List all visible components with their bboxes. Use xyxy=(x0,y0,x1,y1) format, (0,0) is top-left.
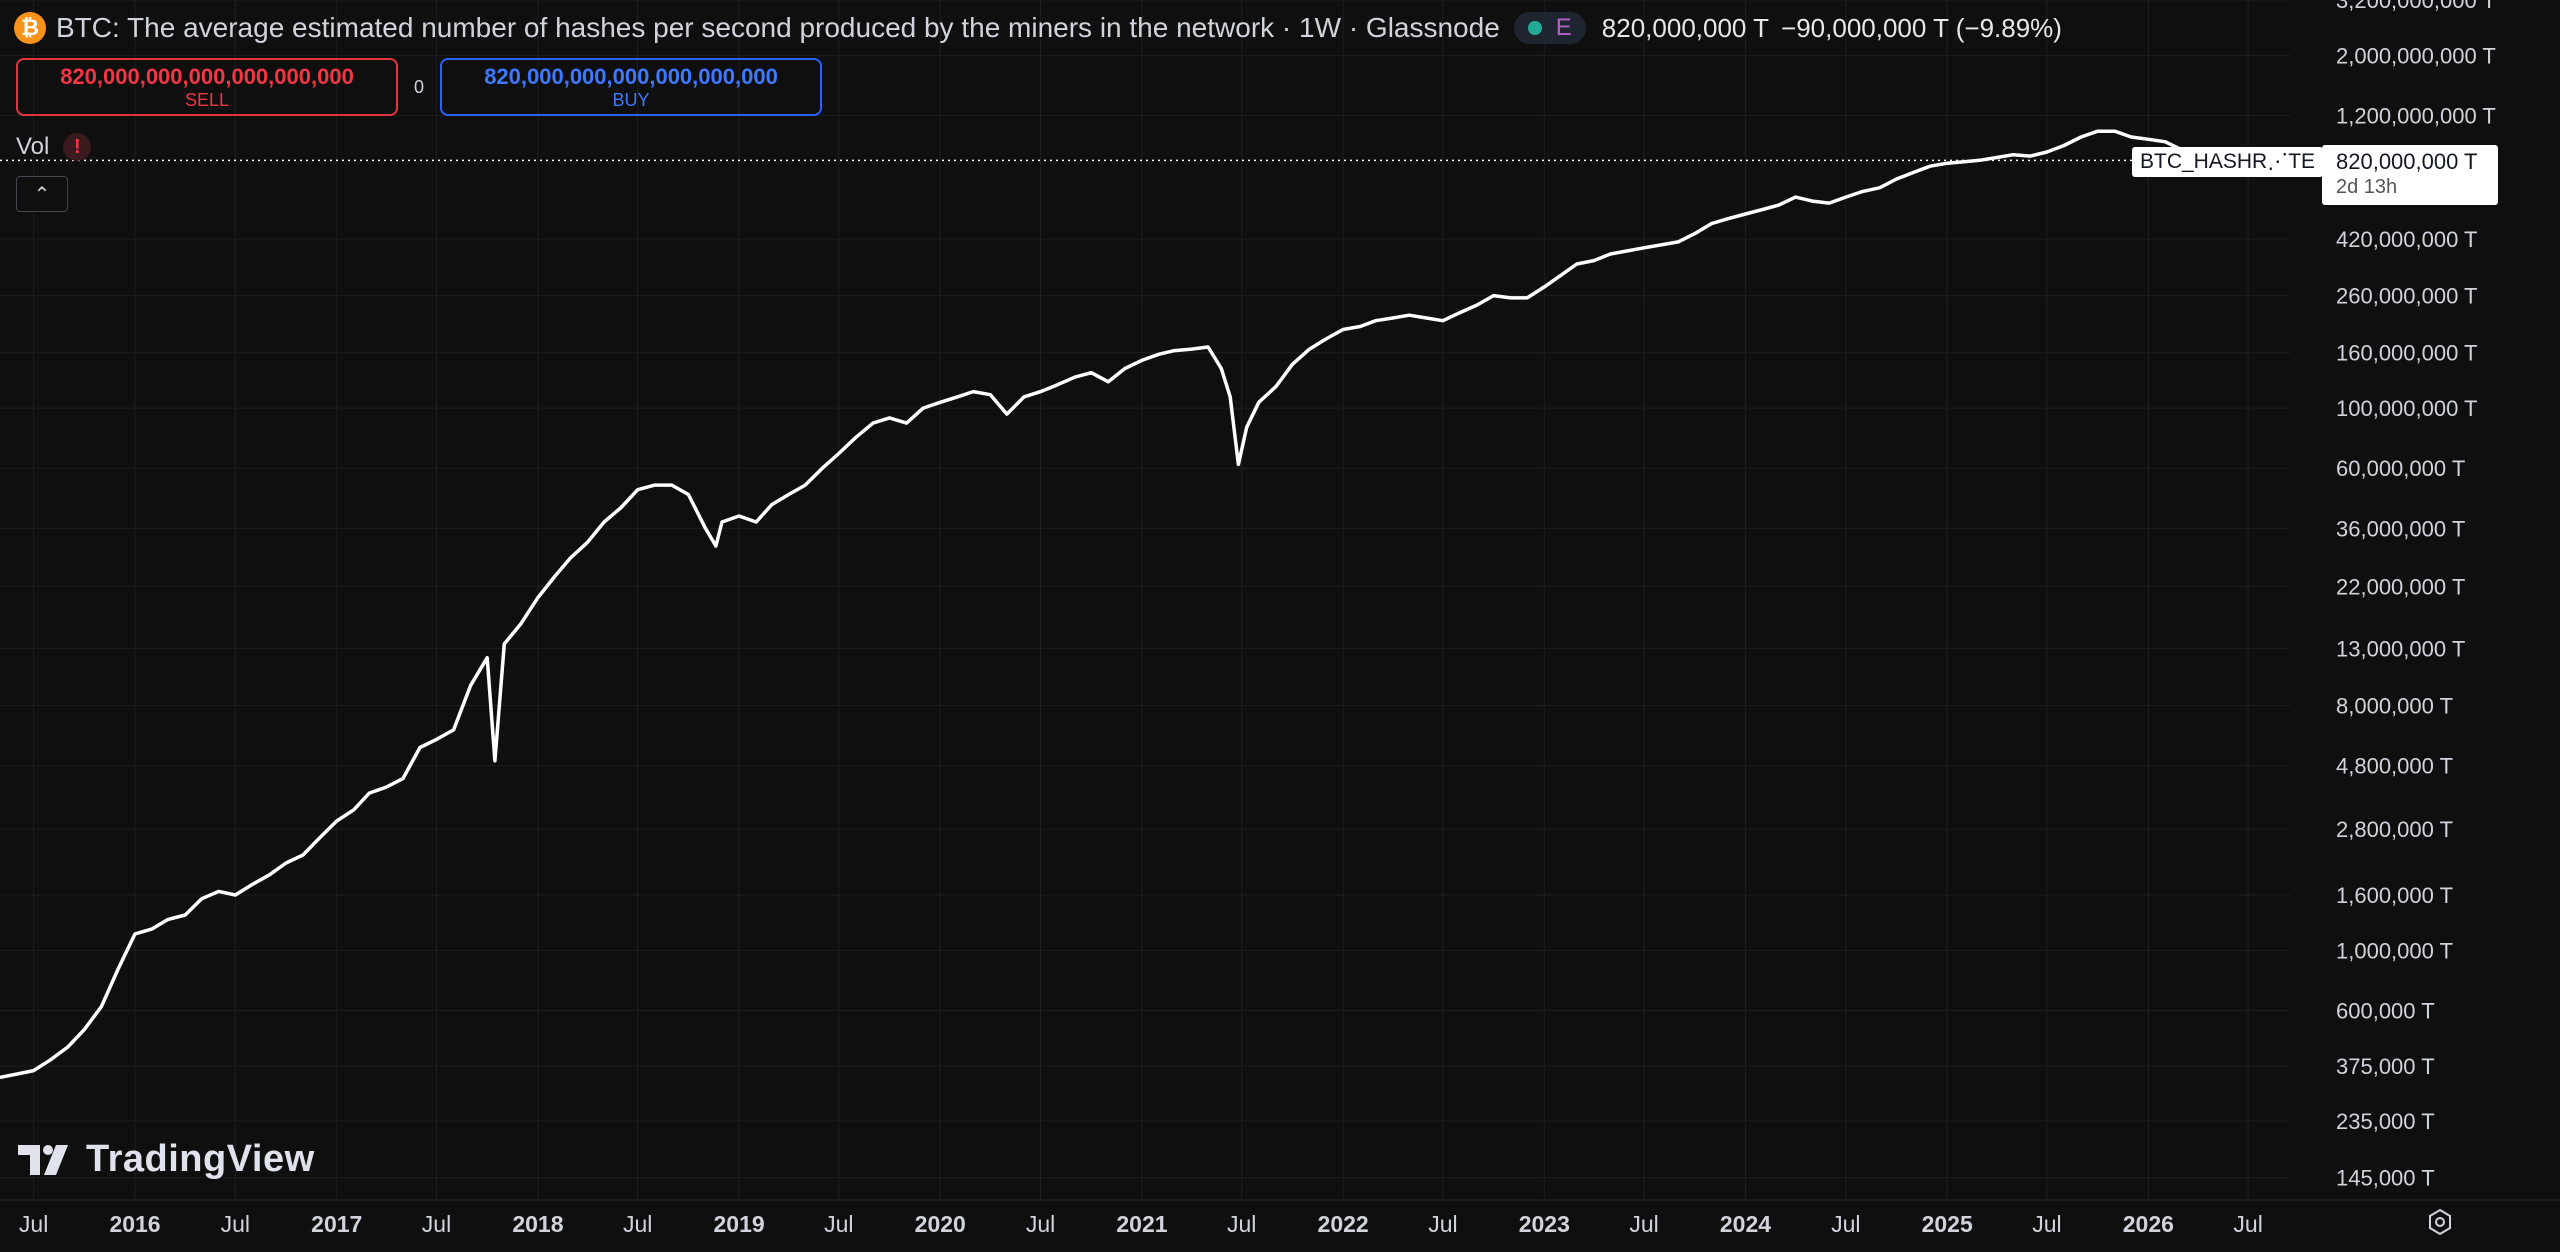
bar-countdown: 2d 13h xyxy=(2336,176,2398,198)
settings-gear-icon[interactable] xyxy=(2426,1208,2454,1236)
x-tick-label: Jul xyxy=(1831,1211,1860,1237)
collapse-legend-button[interactable]: ⌃ xyxy=(16,176,68,212)
buy-price: 820,000,000,000,000,000,000 xyxy=(484,64,778,89)
x-tick-label: 2024 xyxy=(1720,1211,1771,1237)
volume-indicator-row[interactable]: Vol ! xyxy=(16,132,92,162)
tradingview-wordmark: TradingView xyxy=(86,1138,315,1180)
x-tick-label: Jul xyxy=(623,1211,652,1237)
data-source-badge: E xyxy=(1555,14,1572,41)
y-tick-label: 420,000,000 T xyxy=(2336,227,2478,252)
symbol-price-label: BTC_HASHR⋰TE xyxy=(2132,147,2324,177)
x-tick-label: Jul xyxy=(1629,1211,1658,1237)
x-tick-label: Jul xyxy=(1428,1211,1457,1237)
y-tick-label: 13,000,000 T xyxy=(2336,636,2465,661)
y-tick-label: 160,000,000 T xyxy=(2336,341,2478,366)
y-tick-label: 36,000,000 T xyxy=(2336,516,2465,541)
y-tick-label: 2,000,000,000 T xyxy=(2336,43,2496,68)
hashrate-chart[interactable]: 3,200,000,000 T 2,000,000,000 T 1,200,000,… xyxy=(0,0,2560,1252)
x-tick-label: 2016 xyxy=(109,1211,160,1237)
buy-label: BUY xyxy=(612,90,650,110)
y-tick-label: 3,200,000,000 T xyxy=(2336,0,2496,13)
last-price-label: 820,000,000 T 2d 13h xyxy=(2322,145,2498,205)
spread-value: 0 xyxy=(413,76,424,97)
warning-icon[interactable]: ! xyxy=(63,133,92,161)
y-tick-label: 1,200,000,000 T xyxy=(2336,103,2496,128)
chart-background xyxy=(0,0,2560,1252)
market-status-badge[interactable]: E xyxy=(1513,12,1586,44)
x-tick-label: Jul xyxy=(422,1211,451,1237)
tradingview-logo-icon xyxy=(18,1144,68,1175)
y-tick-label: 100,000,000 T xyxy=(2336,396,2478,421)
x-tick-label: 2020 xyxy=(915,1211,966,1237)
last-price-value: 820,000,000 T xyxy=(2336,149,2478,174)
sell-button[interactable]: 820,000,000,000,000,000,000 SELL xyxy=(16,58,398,116)
y-tick-label: 2,800,000 T xyxy=(2336,817,2453,842)
y-tick-label: 8,000,000 T xyxy=(2336,693,2453,718)
x-tick-label: Jul xyxy=(221,1211,250,1237)
x-tick-label: Jul xyxy=(2032,1211,2061,1237)
chevron-up-icon: ⌃ xyxy=(33,183,51,206)
x-tick-label: Jul xyxy=(1026,1211,1055,1237)
x-tick-label: 2021 xyxy=(1116,1211,1167,1237)
y-tick-label: 1,600,000 T xyxy=(2336,883,2453,908)
sell-label: SELL xyxy=(184,90,230,110)
header-change-value: −90,000,000 T (−9.89%) xyxy=(1781,12,2062,43)
sell-price: 820,000,000,000,000,000,000 xyxy=(60,64,354,89)
y-tick-label: 145,000 T xyxy=(2336,1166,2435,1191)
x-tick-label: Jul xyxy=(2233,1211,2262,1237)
y-tick-label: 22,000,000 T xyxy=(2336,574,2465,599)
bitcoin-icon: ₿ xyxy=(14,12,46,44)
y-tick-label: 1,000,000 T xyxy=(2336,938,2453,963)
x-tick-label: Jul xyxy=(1227,1211,1256,1237)
chart-header: ₿ BTC: The average estimated number of h… xyxy=(14,10,2062,46)
x-tick-label: 2017 xyxy=(311,1211,362,1237)
x-tick-label: Jul xyxy=(824,1211,853,1237)
y-tick-label: 60,000,000 T xyxy=(2336,456,2465,481)
x-tick-label: 2019 xyxy=(713,1211,764,1237)
chart-title[interactable]: BTC: The average estimated number of has… xyxy=(56,12,1500,44)
x-tick-label: Jul xyxy=(19,1211,48,1237)
header-last-value: 820,000,000 T xyxy=(1601,12,1770,43)
market-status-dot-icon xyxy=(1527,21,1542,35)
x-tick-label: 2023 xyxy=(1519,1211,1570,1237)
y-tick-label: 235,000 T xyxy=(2336,1109,2435,1134)
y-tick-label: 260,000,000 T xyxy=(2336,284,2478,309)
tradingview-watermark: TradingView xyxy=(18,1138,315,1181)
y-tick-label: 4,800,000 T xyxy=(2336,754,2453,779)
y-tick-label: 600,000 T xyxy=(2336,998,2435,1023)
x-tick-label: 2025 xyxy=(1922,1211,1973,1237)
x-tick-label: 2026 xyxy=(2123,1211,2174,1237)
x-tick-label: 2022 xyxy=(1318,1211,1369,1237)
buy-button[interactable]: 820,000,000,000,000,000,000 BUY xyxy=(440,58,822,116)
trade-buttons-row: 820,000,000,000,000,000,000 SELL 0 820,0… xyxy=(16,56,822,118)
x-tick-label: 2018 xyxy=(512,1211,563,1237)
volume-label: Vol xyxy=(16,133,50,160)
y-tick-label: 375,000 T xyxy=(2336,1054,2435,1079)
